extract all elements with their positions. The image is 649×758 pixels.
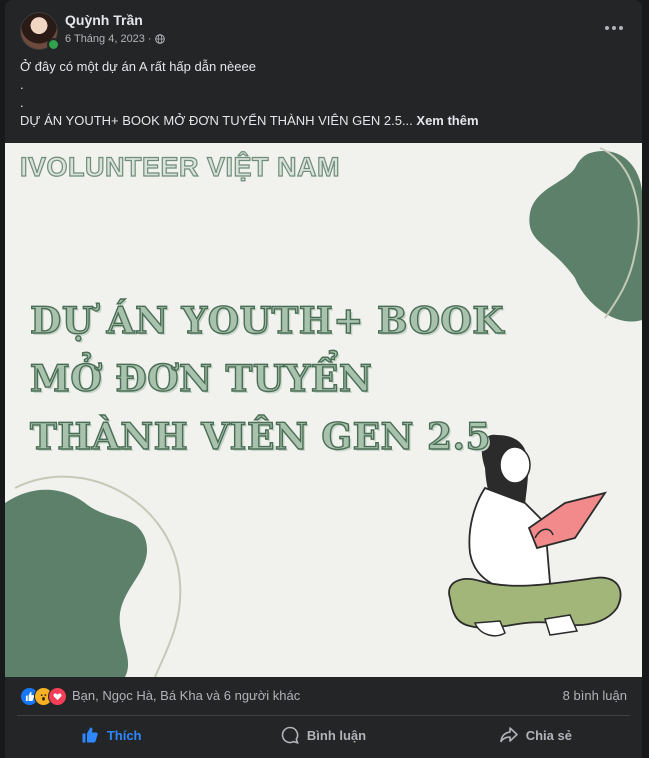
post-text-line: DỰ ÁN YOUTH+ BOOK MỞ ĐƠN TUYỂN THÀNH VIÊ… <box>20 112 479 130</box>
comment-label: Bình luận <box>306 727 367 743</box>
image-decoration <box>5 147 642 677</box>
share-icon <box>499 727 518 743</box>
reaction-bar: Bạn, Ngọc Hà, Bá Kha và 6 người khác 8 b… <box>5 677 642 715</box>
more-dot-icon <box>612 26 616 30</box>
more-dot-icon <box>605 26 609 30</box>
thumbs-up-icon <box>82 727 98 743</box>
post-date[interactable]: 6 Tháng 4, 2023 <box>65 33 145 45</box>
image-title-line: THÀNH VIÊN GEN 2.5 <box>29 415 492 458</box>
post-text-line: Ở đây có một dự án A rất hấp dẫn nèeee <box>20 59 256 74</box>
comment-count[interactable]: 8 bình luận <box>563 688 627 703</box>
like-button[interactable]: Thích <box>5 716 217 754</box>
comment-icon <box>281 726 299 744</box>
author-name[interactable]: Quỳnh Trần <box>65 12 143 28</box>
post-text-last-line: DỰ ÁN YOUTH+ BOOK MỞ ĐƠN TUYỂN THÀNH VIÊ… <box>20 113 413 128</box>
more-options-button[interactable] <box>600 14 628 42</box>
more-dot-icon <box>619 26 623 30</box>
post-header: Quỳnh Trần 6 Tháng 4, 2023 · <box>5 0 642 54</box>
post-card: Quỳnh Trần 6 Tháng 4, 2023 · Ở đây có mộ… <box>5 0 642 758</box>
share-button[interactable]: Chia sẻ <box>430 716 642 754</box>
post-text-line: . <box>20 95 24 110</box>
see-more-link[interactable]: Xem thêm <box>416 113 478 128</box>
like-label: Thích <box>106 727 142 743</box>
post-meta: 6 Tháng 4, 2023 · <box>65 33 165 45</box>
share-label: Chia sẻ <box>525 727 572 743</box>
globe-icon <box>154 34 165 44</box>
image-org-name: IVOLUNTEER VIỆT NAM <box>19 151 341 182</box>
action-bar: Thích Bình luận Chia sẻ <box>5 716 642 754</box>
reaction-summary[interactable]: Bạn, Ngọc Hà, Bá Kha và 6 người khác <box>72 688 300 703</box>
comment-button[interactable]: Bình luận <box>217 716 429 754</box>
meta-separator: · <box>147 33 152 45</box>
reaction-icons[interactable] <box>20 687 67 706</box>
love-icon <box>48 687 67 706</box>
post-image[interactable] <box>5 143 642 677</box>
post-text-line: . <box>20 77 24 92</box>
image-title-line: MỞ ĐƠN TUYỂN <box>29 357 373 400</box>
image-title-line: DỰ ÁN YOUTH+ BOOK <box>29 299 505 342</box>
online-status-dot <box>47 38 60 51</box>
post-text: Ở đây có một dự án A rất hấp dẫn nèeee .… <box>20 58 479 130</box>
